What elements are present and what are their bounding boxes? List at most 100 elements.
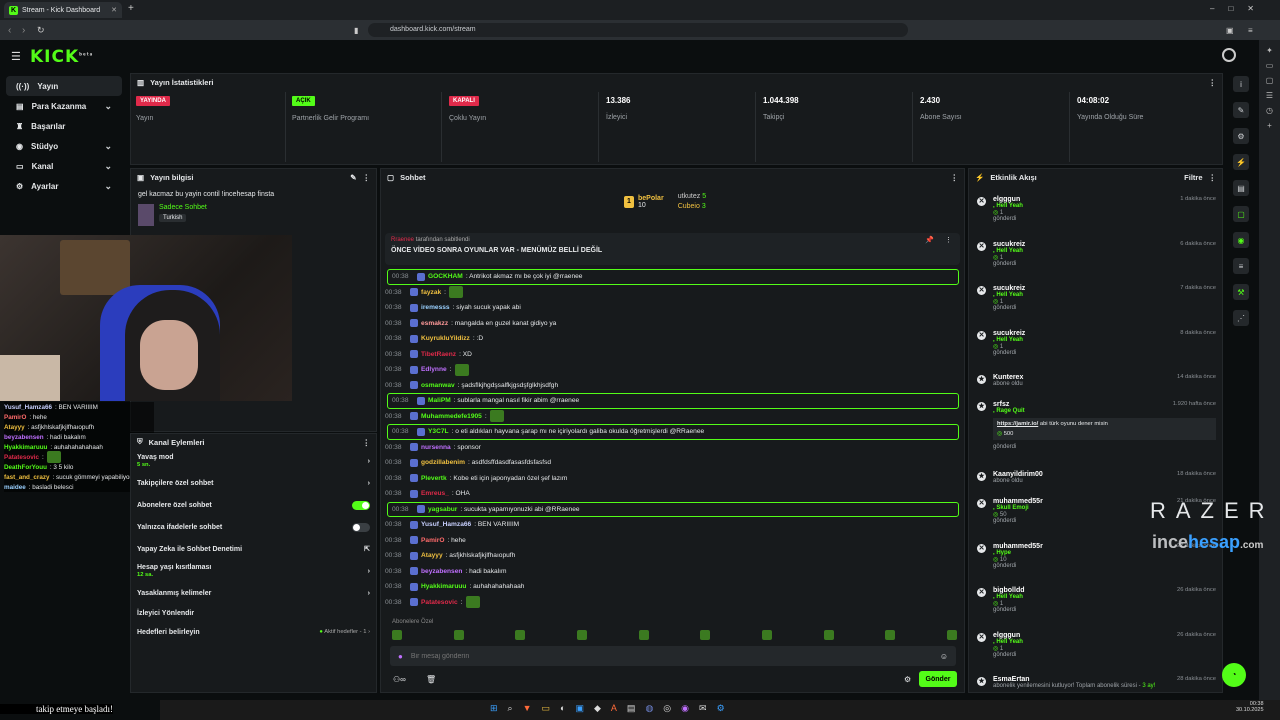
app-icon-4[interactable]: ▤ — [627, 703, 636, 714]
emote-button[interactable] — [823, 630, 834, 640]
chat-message[interactable]: 00:38 GOCKHAM: Antrikot akmaz mı be çok i… — [387, 269, 959, 285]
action-host[interactable]: İzleyici Yönlendir — [131, 604, 376, 622]
emote-button[interactable] — [453, 630, 464, 640]
sidebar-list-icon[interactable]: ☰ — [1266, 91, 1273, 100]
app-icon-6[interactable]: ◉ — [681, 703, 689, 714]
sidebar-box-icon[interactable]: ▢ — [1266, 76, 1274, 85]
message-username[interactable]: MaliPM — [428, 397, 451, 404]
action-goals[interactable]: Hedefleri belirleyin ● Aktif hedefler - 1… — [131, 622, 376, 642]
pin-icon[interactable]: 📌 — [925, 236, 934, 244]
new-tab-button[interactable]: + — [128, 3, 134, 14]
message-username[interactable]: PamirO — [421, 537, 444, 544]
chat-message[interactable]: 00:38 godzillabenim: asdfdsffdasdfasasfds… — [381, 455, 964, 471]
edit-icon[interactable]: ✎ — [1233, 102, 1249, 118]
action-subscribers-only[interactable]: Abonelere özel sohbet — [131, 494, 376, 516]
chat-input[interactable]: ● ☺ — [390, 646, 956, 666]
more-options-icon[interactable]: ⋮ — [951, 173, 959, 182]
help-chat-button[interactable]: ◔ — [1222, 663, 1246, 687]
more-options-icon[interactable]: ⋮ — [945, 236, 952, 244]
chat-message[interactable]: 00:38 Yusuf_Hamza66: BEN VARIIIIM — [381, 517, 964, 533]
forward-icon[interactable]: › — [22, 25, 25, 36]
clipboard-icon[interactable]: ▤ — [1233, 180, 1249, 196]
emote-button[interactable] — [515, 630, 526, 640]
message-username[interactable]: Y3C7L — [428, 428, 449, 435]
maximize-button[interactable]: □ — [1228, 4, 1233, 13]
wrench-icon[interactable]: ⚒ — [1233, 284, 1249, 300]
message-username[interactable]: osmanwav — [421, 382, 455, 389]
edit-icon[interactable]: ✎ — [350, 173, 356, 182]
activity-event[interactable]: ★ EsmaErtan abonelik yenilemesini kutluyor… — [977, 676, 1216, 689]
chat-message[interactable]: 00:38 PamirO: hehe — [381, 533, 964, 549]
chat-tools-icon[interactable]: ⚇∞ — [393, 675, 406, 684]
info-icon[interactable]: i — [1233, 76, 1249, 92]
message-username[interactable]: GOCKHAM — [428, 273, 463, 280]
chat-message[interactable]: 00:38 Hyakkimaruuu: auhahahahahaah — [381, 579, 964, 595]
chat-message-input[interactable] — [410, 652, 932, 660]
nav-kanal[interactable]: ▭ Kanal ⌄ — [6, 156, 122, 176]
minimize-button[interactable]: – — [1210, 4, 1214, 13]
extensions-icon[interactable]: ▣ — [1226, 26, 1234, 35]
category-name[interactable]: Sadece Sohbet — [159, 204, 207, 211]
emote-button[interactable] — [946, 630, 957, 640]
message-username[interactable]: Muhammedefe1905 — [421, 413, 482, 420]
sidebar-history-icon[interactable]: ◷ — [1266, 106, 1273, 115]
chat-message[interactable]: 00:38 iremesss: siyah sucuk yapak abi — [381, 300, 964, 316]
app-icon-2[interactable]: ◆ — [594, 703, 601, 714]
activity-event[interactable]: ★ Kunterex abone oldu 14 dakika önce — [977, 374, 1216, 387]
message-username[interactable]: Yusuf_Hamza66 — [421, 521, 471, 528]
steam-icon[interactable]: ◐ — [560, 703, 565, 714]
message-username[interactable]: esmakzz — [421, 320, 448, 327]
message-username[interactable]: beyzabensen — [421, 568, 462, 575]
message-username[interactable]: Patatesovic — [421, 599, 458, 606]
chat-message[interactable]: 00:38 Muhammedefe1905: — [381, 409, 964, 425]
nav-basarilar[interactable]: ♜ Başarılar — [6, 116, 122, 136]
activity-event[interactable]: ★ Kaanyildirim00 abone oldu 18 dakika önce — [977, 471, 1216, 484]
chat-message[interactable]: 00:38 Patatesovic: — [381, 595, 964, 611]
chat-message[interactable]: 00:38 MaliPM: sublarla mangal nasıl fikir… — [387, 393, 959, 409]
kick-logo[interactable]: KICKbeta — [30, 47, 93, 67]
message-username[interactable]: Hyakkimaruuu — [421, 583, 466, 590]
emote-button[interactable] — [638, 630, 649, 640]
bookmark-icon[interactable]: ▮ — [354, 26, 358, 35]
user-avatar[interactable] — [1222, 48, 1236, 62]
url-field[interactable]: dashboard.kick.com/stream — [368, 23, 908, 37]
chat-message[interactable]: 00:38 Atayyy: asfjkhlskafjkjlfhaıopufh — [381, 548, 964, 564]
nav-yayin[interactable]: ((·)) Yayın — [6, 76, 122, 96]
nav-ayarlar[interactable]: ⚙ Ayarlar ⌄ — [6, 176, 122, 196]
reload-icon[interactable]: ↻ — [37, 25, 45, 36]
hamburger-menu-icon[interactable]: ☰ — [11, 50, 21, 63]
emote-only-toggle[interactable] — [352, 522, 370, 532]
emote-button[interactable] — [885, 630, 896, 640]
more-options-icon[interactable]: ⋮ — [363, 438, 371, 447]
message-username[interactable]: Atayyy — [421, 552, 443, 559]
sidebar-add-icon[interactable]: + — [1267, 121, 1272, 130]
emote-button[interactable] — [392, 630, 402, 640]
filter-button[interactable]: Filtre — [1184, 173, 1202, 182]
chat-message[interactable]: 00:38 Y3C7L: o eti aldıkları hayvana şara… — [387, 424, 959, 440]
message-username[interactable]: TibetRaenz — [421, 351, 456, 358]
discord-icon[interactable]: ◍ — [645, 703, 653, 714]
emoji-icon[interactable]: ☺ — [940, 652, 948, 661]
chat-settings-icon[interactable]: ⚙ — [904, 675, 911, 684]
app-icon-3[interactable]: A — [611, 703, 617, 714]
chat-message[interactable]: 00:38 nursenna: sponsor — [381, 440, 964, 456]
settings-icon[interactable]: ⚙ — [1233, 128, 1249, 144]
emote-button[interactable] — [576, 630, 587, 640]
message-username[interactable]: Emreus_ — [421, 490, 449, 497]
search-icon[interactable]: ⌕ — [508, 703, 513, 714]
folder-icon[interactable]: ▭ — [542, 703, 551, 714]
action-slow-mode[interactable]: Yavaş mod 5 sn. › — [131, 450, 376, 472]
broadcast-icon[interactable]: ◉ — [1233, 232, 1249, 248]
activity-event[interactable]: ✕ sucukreiz, Hell Yeah ◎ 1 gönderdi 7 dakika… — [977, 285, 1216, 311]
app-icon[interactable]: ▣ — [575, 703, 584, 714]
action-ai-moderation[interactable]: Yapay Zeka ile Sohbet Denetimi ⇱ — [131, 538, 376, 560]
event-link[interactable]: https://jamir.io/ — [997, 421, 1038, 427]
activity-event[interactable]: ✕ sucukreiz, Hell Yeah ◎ 1 gönderdi 8 dakika… — [977, 330, 1216, 356]
chat-message[interactable]: 00:38 osmanwav: şadsflkjhgdşsalfkjgsdşfgl… — [381, 378, 964, 394]
activity-event[interactable]: ✕ elgggun, Hell Yeah ◎ 1 gönderdi 26 dakika … — [977, 632, 1216, 658]
menu-icon[interactable]: ≡ — [1248, 26, 1253, 35]
chat-message[interactable]: 00:38 Emreus_: OHA — [381, 486, 964, 502]
windows-start-icon[interactable]: ⊞ — [490, 703, 498, 714]
message-username[interactable]: Plevertk — [421, 475, 447, 482]
system-clock[interactable]: 00:38 30.10.2025 — [1236, 701, 1264, 713]
